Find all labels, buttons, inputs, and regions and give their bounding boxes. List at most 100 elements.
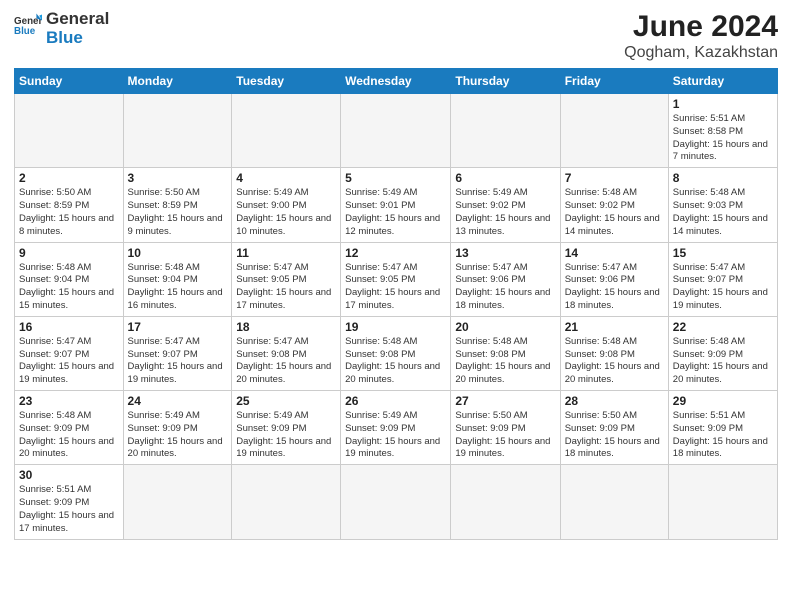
day-number: 2 [19, 171, 119, 185]
calendar-cell: 8Sunrise: 5:48 AM Sunset: 9:03 PM Daylig… [668, 168, 777, 242]
day-number: 24 [128, 394, 228, 408]
calendar-cell: 16Sunrise: 5:47 AM Sunset: 9:07 PM Dayli… [15, 316, 124, 390]
day-number: 4 [236, 171, 336, 185]
day-of-week-monday: Monday [123, 69, 232, 94]
location-title: Qogham, Kazakhstan [624, 44, 778, 62]
day-info: Sunrise: 5:48 AM Sunset: 9:09 PM Dayligh… [19, 410, 119, 461]
day-number: 15 [673, 246, 773, 260]
day-of-week-saturday: Saturday [668, 69, 777, 94]
calendar-cell: 20Sunrise: 5:48 AM Sunset: 9:08 PM Dayli… [451, 316, 560, 390]
day-of-week-friday: Friday [560, 69, 668, 94]
logo-icon: General Blue [14, 10, 42, 38]
day-number: 25 [236, 394, 336, 408]
day-number: 3 [128, 171, 228, 185]
day-info: Sunrise: 5:47 AM Sunset: 9:06 PM Dayligh… [565, 262, 664, 313]
calendar-week-row: 30Sunrise: 5:51 AM Sunset: 9:09 PM Dayli… [15, 465, 778, 539]
calendar-week-row: 9 Sunrise: 5:48 AM Sunset: 9:04 PM Daylig… [15, 242, 778, 316]
calendar-cell [668, 465, 777, 539]
calendar-cell: 18Sunrise: 5:47 AM Sunset: 9:08 PM Dayli… [232, 316, 341, 390]
day-info: Sunrise: 5:51 AM Sunset: 8:58 PM Dayligh… [673, 113, 773, 164]
calendar-cell: 22 Sunrise: 5:48 AM Sunset: 9:09 PM Dayli… [668, 316, 777, 390]
calendar-cell [560, 94, 668, 168]
calendar-cell: 21Sunrise: 5:48 AM Sunset: 9:08 PM Dayli… [560, 316, 668, 390]
calendar-cell: 28Sunrise: 5:50 AM Sunset: 9:09 PM Dayli… [560, 391, 668, 465]
logo-general-text: General [46, 10, 109, 29]
day-info: Sunrise: 5:50 AM Sunset: 9:09 PM Dayligh… [455, 410, 555, 461]
day-info: Sunrise: 5:50 AM Sunset: 8:59 PM Dayligh… [19, 187, 119, 238]
day-number: 19 [345, 320, 446, 334]
header: General Blue General Blue June 2024 Qogh… [14, 10, 778, 62]
calendar-week-row: 2 Sunrise: 5:50 AM Sunset: 8:59 PM Daylig… [15, 168, 778, 242]
day-info: Sunrise: 5:48 AM Sunset: 9:03 PM Dayligh… [673, 187, 773, 238]
day-info: Sunrise: 5:49 AM Sunset: 9:09 PM Dayligh… [236, 410, 336, 461]
day-number: 27 [455, 394, 555, 408]
day-info: Sunrise: 5:47 AM Sunset: 9:07 PM Dayligh… [19, 336, 119, 387]
day-info: Sunrise: 5:47 AM Sunset: 9:07 PM Dayligh… [128, 336, 228, 387]
day-number: 30 [19, 468, 119, 482]
day-number: 5 [345, 171, 446, 185]
day-number: 22 [673, 320, 773, 334]
calendar-cell [451, 465, 560, 539]
day-info: Sunrise: 5:48 AM Sunset: 9:04 PM Dayligh… [19, 262, 119, 313]
calendar-cell: 27 Sunrise: 5:50 AM Sunset: 9:09 PM Dayli… [451, 391, 560, 465]
day-info: Sunrise: 5:47 AM Sunset: 9:05 PM Dayligh… [236, 262, 336, 313]
day-number: 10 [128, 246, 228, 260]
day-number: 13 [455, 246, 555, 260]
day-info: Sunrise: 5:48 AM Sunset: 9:09 PM Dayligh… [673, 336, 773, 387]
day-number: 12 [345, 246, 446, 260]
day-number: 11 [236, 246, 336, 260]
day-number: 23 [19, 394, 119, 408]
svg-text:Blue: Blue [14, 26, 36, 37]
day-number: 7 [565, 171, 664, 185]
calendar-cell: 5Sunrise: 5:49 AM Sunset: 9:01 PM Daylig… [341, 168, 451, 242]
calendar-cell: 30Sunrise: 5:51 AM Sunset: 9:09 PM Dayli… [15, 465, 124, 539]
day-number: 9 [19, 246, 119, 260]
day-info: Sunrise: 5:47 AM Sunset: 9:07 PM Dayligh… [673, 262, 773, 313]
day-info: Sunrise: 5:51 AM Sunset: 9:09 PM Dayligh… [673, 410, 773, 461]
calendar-cell: 25 Sunrise: 5:49 AM Sunset: 9:09 PM Dayli… [232, 391, 341, 465]
calendar-week-row: 23 Sunrise: 5:48 AM Sunset: 9:09 PM Dayli… [15, 391, 778, 465]
calendar-header-row: SundayMondayTuesdayWednesdayThursdayFrid… [15, 69, 778, 94]
calendar-cell: 17 Sunrise: 5:47 AM Sunset: 9:07 PM Dayli… [123, 316, 232, 390]
calendar-cell [15, 94, 124, 168]
calendar-table: SundayMondayTuesdayWednesdayThursdayFrid… [14, 68, 778, 540]
calendar-cell: 29 Sunrise: 5:51 AM Sunset: 9:09 PM Dayli… [668, 391, 777, 465]
calendar-cell [123, 465, 232, 539]
calendar-cell: 14Sunrise: 5:47 AM Sunset: 9:06 PM Dayli… [560, 242, 668, 316]
calendar-cell: 1Sunrise: 5:51 AM Sunset: 8:58 PM Daylig… [668, 94, 777, 168]
month-year-title: June 2024 [624, 10, 778, 44]
calendar-cell: 7 Sunrise: 5:48 AM Sunset: 9:02 PM Daylig… [560, 168, 668, 242]
day-number: 26 [345, 394, 446, 408]
calendar-cell [451, 94, 560, 168]
logo-blue-text: Blue [46, 29, 109, 48]
calendar-cell: 26 Sunrise: 5:49 AM Sunset: 9:09 PM Dayli… [341, 391, 451, 465]
title-block: June 2024 Qogham, Kazakhstan [624, 10, 778, 62]
calendar-cell: 3 Sunrise: 5:50 AM Sunset: 8:59 PM Daylig… [123, 168, 232, 242]
day-number: 21 [565, 320, 664, 334]
calendar-cell [123, 94, 232, 168]
calendar-cell: 6Sunrise: 5:49 AM Sunset: 9:02 PM Daylig… [451, 168, 560, 242]
calendar-cell: 13 Sunrise: 5:47 AM Sunset: 9:06 PM Dayli… [451, 242, 560, 316]
day-info: Sunrise: 5:50 AM Sunset: 9:09 PM Dayligh… [565, 410, 664, 461]
calendar-cell [341, 465, 451, 539]
day-info: Sunrise: 5:48 AM Sunset: 9:02 PM Dayligh… [565, 187, 664, 238]
day-info: Sunrise: 5:49 AM Sunset: 9:09 PM Dayligh… [345, 410, 446, 461]
logo: General Blue General Blue [14, 10, 109, 47]
day-info: Sunrise: 5:48 AM Sunset: 9:08 PM Dayligh… [455, 336, 555, 387]
day-of-week-wednesday: Wednesday [341, 69, 451, 94]
day-number: 18 [236, 320, 336, 334]
day-info: Sunrise: 5:49 AM Sunset: 9:09 PM Dayligh… [128, 410, 228, 461]
page: General Blue General Blue June 2024 Qogh… [0, 0, 792, 550]
calendar-week-row: 16Sunrise: 5:47 AM Sunset: 9:07 PM Dayli… [15, 316, 778, 390]
day-info: Sunrise: 5:47 AM Sunset: 9:05 PM Dayligh… [345, 262, 446, 313]
day-info: Sunrise: 5:47 AM Sunset: 9:06 PM Dayligh… [455, 262, 555, 313]
day-info: Sunrise: 5:48 AM Sunset: 9:08 PM Dayligh… [345, 336, 446, 387]
calendar-cell: 9 Sunrise: 5:48 AM Sunset: 9:04 PM Daylig… [15, 242, 124, 316]
day-info: Sunrise: 5:50 AM Sunset: 8:59 PM Dayligh… [128, 187, 228, 238]
calendar-cell [341, 94, 451, 168]
day-number: 29 [673, 394, 773, 408]
calendar-cell: 15 Sunrise: 5:47 AM Sunset: 9:07 PM Dayli… [668, 242, 777, 316]
day-number: 17 [128, 320, 228, 334]
day-info: Sunrise: 5:48 AM Sunset: 9:04 PM Dayligh… [128, 262, 228, 313]
calendar-cell: 10 Sunrise: 5:48 AM Sunset: 9:04 PM Dayli… [123, 242, 232, 316]
